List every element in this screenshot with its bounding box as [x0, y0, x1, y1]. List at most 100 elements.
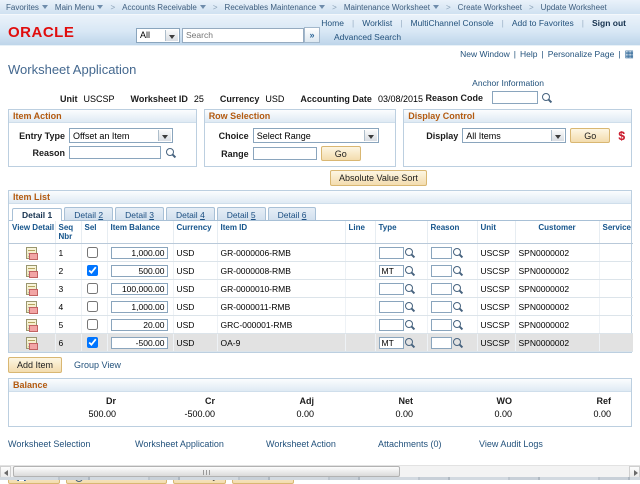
reason-input[interactable] — [431, 301, 452, 313]
reason-code-lookup-icon[interactable] — [541, 92, 552, 104]
reason-lookup-icon[interactable] — [452, 319, 463, 331]
item-balance-input[interactable] — [111, 265, 168, 277]
select-checkbox[interactable] — [87, 283, 98, 294]
view-detail-icon[interactable] — [26, 319, 37, 331]
choice-select[interactable]: Select Range — [253, 128, 379, 143]
search-input[interactable] — [182, 28, 304, 43]
type-input[interactable] — [379, 265, 404, 277]
col-sel: Sel — [81, 221, 107, 244]
search-go-button[interactable]: » — [304, 27, 320, 43]
breadcrumb-item-maintenance-worksheet[interactable]: Maintenance Worksheet — [344, 3, 439, 12]
tab-detail-5[interactable]: Detail 5 — [217, 207, 266, 220]
view-detail-icon[interactable] — [26, 283, 37, 295]
personalize-grid-icon[interactable]: ▦ — [625, 50, 634, 59]
reason-lookup-icon[interactable] — [452, 247, 463, 259]
item-balance-input[interactable] — [111, 247, 168, 259]
item-balance-input[interactable] — [111, 319, 168, 331]
type-input[interactable] — [379, 337, 404, 349]
type-lookup-icon[interactable] — [404, 283, 415, 295]
reason-input[interactable] — [431, 247, 452, 259]
reason-input[interactable] — [431, 283, 452, 295]
type-lookup-icon[interactable] — [404, 337, 415, 349]
new-window-link[interactable]: New Window — [460, 49, 510, 59]
breadcrumb-item-receivables-maintenance[interactable]: Receivables Maintenance — [225, 3, 326, 12]
breadcrumb-item-main-menu[interactable]: Main Menu — [55, 3, 104, 12]
worksheet-key-fields: UnitUSCSP Worksheet ID25 CurrencyUSD Acc… — [60, 94, 439, 104]
worksheet-application-link[interactable]: Worksheet Application — [135, 439, 266, 449]
type-input[interactable] — [379, 319, 404, 331]
select-checkbox[interactable] — [87, 319, 98, 330]
group-view-link[interactable]: Group View — [74, 360, 121, 370]
type-lookup-icon[interactable] — [404, 301, 415, 313]
nav-link-add-to-favorites[interactable]: Add to Favorites — [504, 18, 582, 28]
range-input[interactable] — [253, 147, 317, 160]
type-input[interactable] — [379, 283, 404, 295]
worksheet-selection-link[interactable]: Worksheet Selection — [8, 439, 135, 449]
search-scope-select[interactable]: All — [136, 28, 180, 43]
nav-link-worklist[interactable]: Worklist — [354, 18, 400, 28]
breadcrumb-separator: > — [529, 3, 534, 12]
nav-link-sign-out[interactable]: Sign out — [584, 18, 634, 28]
breadcrumb-item-accounts-receivable[interactable]: Accounts Receivable — [122, 3, 206, 12]
display-go-button[interactable]: Go — [570, 128, 610, 143]
type-lookup-icon[interactable] — [404, 265, 415, 277]
tab-detail-1[interactable]: Detail 1 — [12, 208, 62, 221]
select-checkbox[interactable] — [87, 265, 98, 276]
horizontal-scrollbar[interactable] — [0, 465, 640, 477]
reason-input[interactable] — [69, 146, 161, 159]
type-lookup-icon[interactable] — [404, 319, 415, 331]
reason-lookup-icon[interactable] — [452, 283, 463, 295]
view-detail-icon[interactable] — [26, 337, 37, 349]
range-go-button[interactable]: Go — [321, 146, 361, 161]
view-detail-icon[interactable] — [26, 265, 37, 277]
item-action-title: Item Action — [9, 110, 196, 123]
breadcrumb-item-favorites[interactable]: Favorites — [6, 3, 48, 12]
currency-cell: USD — [173, 298, 217, 316]
advanced-search-link[interactable]: Advanced Search — [334, 32, 401, 42]
breadcrumb-item-create-worksheet[interactable]: Create Worksheet — [458, 3, 522, 12]
select-checkbox[interactable] — [87, 337, 98, 348]
item-balance-input[interactable] — [111, 301, 168, 313]
display-select[interactable]: All Items — [462, 128, 566, 143]
reason-input[interactable] — [431, 265, 452, 277]
reason-input[interactable] — [431, 319, 452, 331]
tab-detail-2[interactable]: Detail 2 — [64, 207, 113, 220]
select-checkbox[interactable] — [87, 247, 98, 258]
nav-link-multichannel-console[interactable]: MultiChannel Console — [403, 18, 502, 28]
item-id-cell: OA-9 — [217, 334, 345, 352]
reason-lookup-icon[interactable] — [452, 265, 463, 277]
col-service-purch: Service Purch — [599, 221, 633, 244]
reason-code-input[interactable] — [492, 91, 538, 104]
view-detail-icon[interactable] — [26, 247, 37, 259]
scrollbar-thumb[interactable] — [13, 466, 400, 477]
add-item-button[interactable]: Add Item — [8, 357, 62, 373]
row-selection-title: Row Selection — [205, 110, 396, 123]
item-balance-input[interactable] — [111, 283, 168, 295]
reason-lookup-icon[interactable] — [165, 147, 176, 159]
personalize-page-link[interactable]: Personalize Page — [548, 49, 615, 59]
help-link[interactable]: Help — [520, 49, 537, 59]
breadcrumb-item-update-worksheet[interactable]: Update Worksheet — [541, 3, 607, 12]
currency-cell: USD — [173, 280, 217, 298]
currency-toggle-icon[interactable]: $ — [618, 129, 625, 143]
tab-detail-3[interactable]: Detail 3 — [115, 207, 164, 220]
worksheet-action-link[interactable]: Worksheet Action — [266, 439, 378, 449]
reason-lookup-icon[interactable] — [452, 301, 463, 313]
type-input[interactable] — [379, 247, 404, 259]
anchor-information-link[interactable]: Anchor Information — [472, 78, 544, 88]
type-input[interactable] — [379, 301, 404, 313]
worksheet-info-row: Anchor Information UnitUSCSP Worksheet I… — [8, 77, 632, 108]
customer-cell: SPN0000002 — [515, 298, 599, 316]
tab-detail-6[interactable]: Detail 6 — [268, 207, 317, 220]
entry-type-select[interactable]: Offset an Item — [69, 128, 173, 143]
reason-lookup-icon[interactable] — [452, 337, 463, 349]
view-audit-logs-link[interactable]: View Audit Logs — [479, 439, 543, 449]
item-balance-input[interactable] — [111, 337, 168, 349]
select-checkbox[interactable] — [87, 301, 98, 312]
view-detail-icon[interactable] — [26, 301, 37, 313]
absolute-value-sort-button[interactable]: Absolute Value Sort — [330, 170, 427, 186]
reason-input[interactable] — [431, 337, 452, 349]
tab-detail-4[interactable]: Detail 4 — [166, 207, 215, 220]
attachments-link[interactable]: Attachments (0) — [378, 439, 479, 449]
type-lookup-icon[interactable] — [404, 247, 415, 259]
